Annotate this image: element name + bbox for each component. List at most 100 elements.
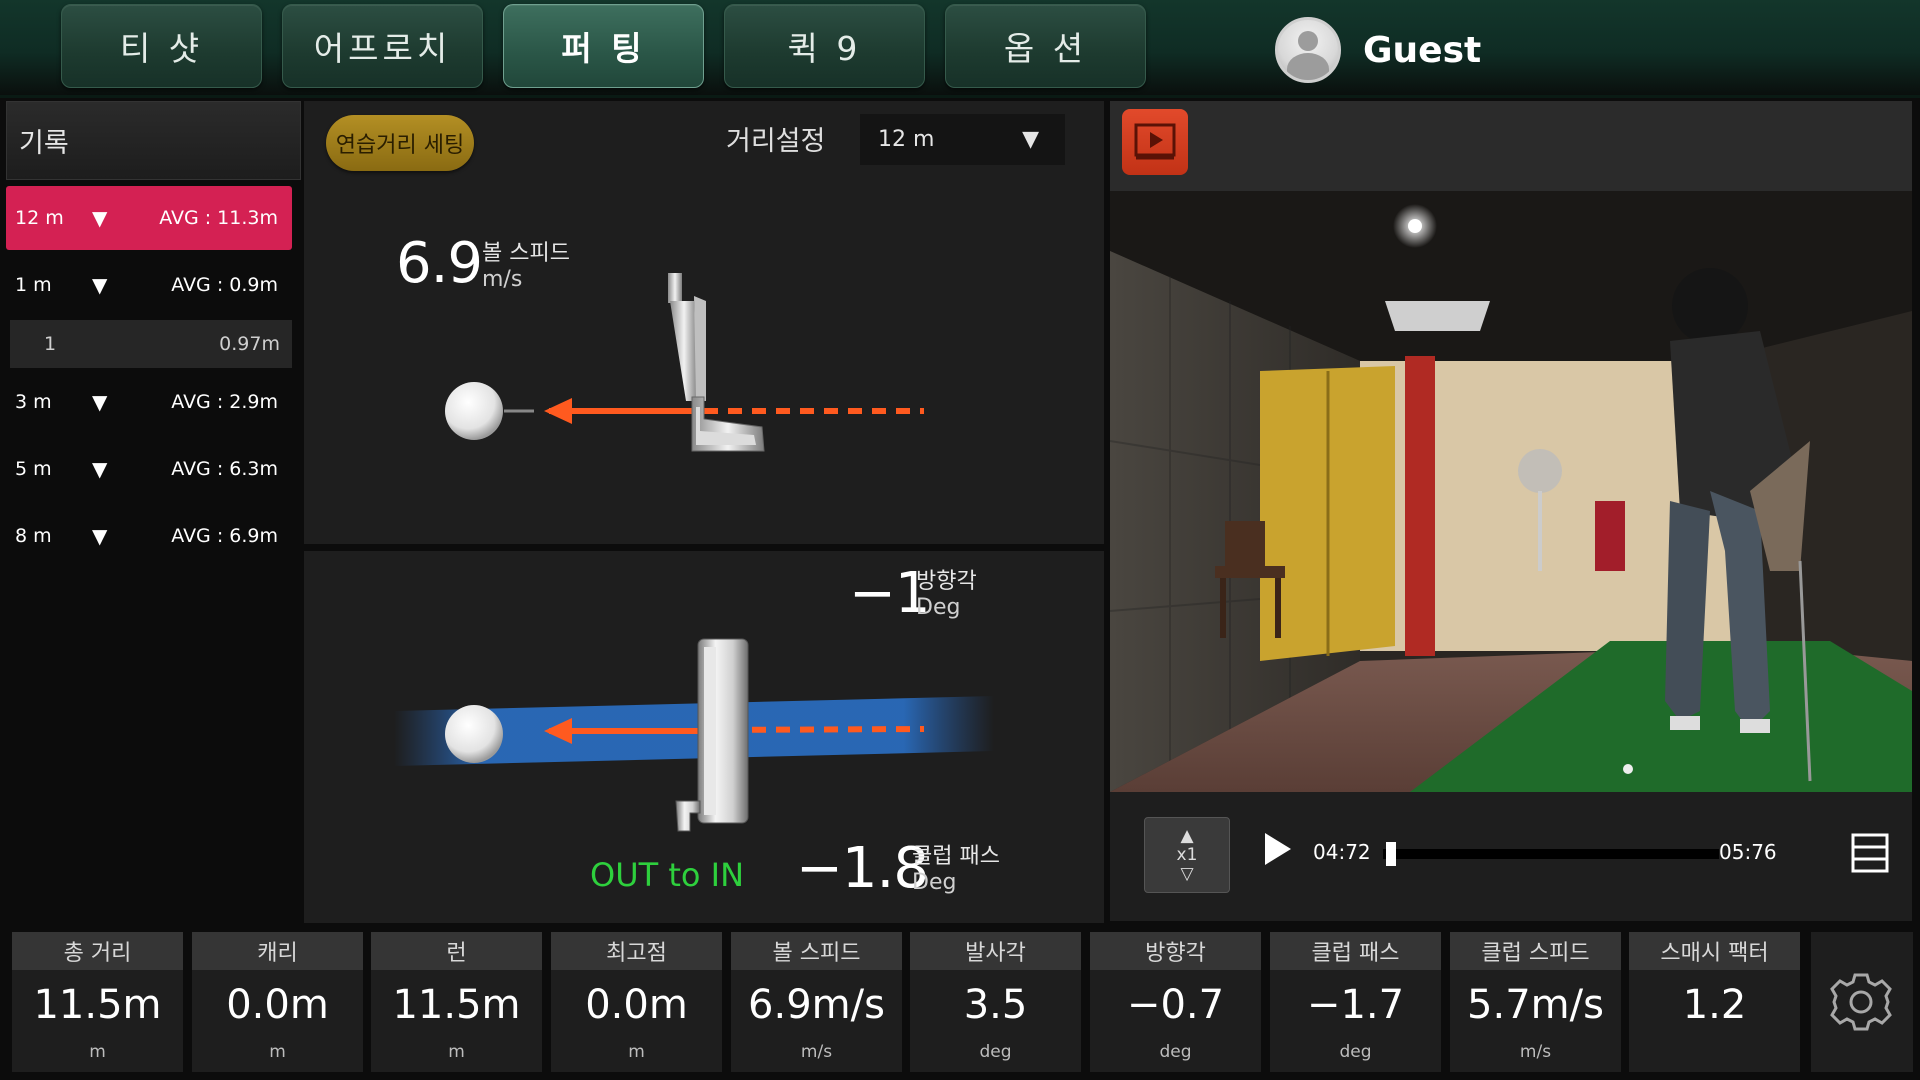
stat-unit: deg (1339, 1042, 1372, 1062)
stat-unit: deg (1159, 1042, 1192, 1062)
settings-button[interactable] (1811, 932, 1913, 1072)
record-row-5m[interactable]: 5 m ▼ AVG : 6.3m (6, 439, 292, 499)
stat-value: 1.2 (1682, 982, 1747, 1028)
gear-icon (1830, 973, 1892, 1031)
progress-handle[interactable] (1386, 842, 1396, 866)
stat-label: 런 (371, 932, 542, 970)
club-path-caption: 클럽 패스 Deg (912, 844, 1000, 896)
record-average: AVG : 2.9m (171, 391, 278, 413)
record-distance: 8 m (15, 525, 52, 547)
record-average: AVG : 11.3m (159, 207, 278, 229)
record-row-8m[interactable]: 8 m ▼ AVG : 6.9m (6, 506, 292, 566)
stat-value: 6.9m/s (748, 982, 885, 1028)
avatar-icon (1275, 17, 1341, 83)
record-average: AVG : 0.9m (171, 274, 278, 296)
tab-tee-shot[interactable]: 티 샷 (61, 4, 262, 88)
expand-triangle-icon[interactable]: ▼ (92, 457, 107, 481)
expand-triangle-icon[interactable]: ▼ (92, 206, 107, 230)
record-row-1m[interactable]: 1 m ▼ AVG : 0.9m (6, 255, 292, 315)
stat-unit: deg (979, 1042, 1012, 1062)
records-panel: 기록 12 m ▼ AVG : 11.3m 1 m ▼ AVG : 0.9m 1… (6, 101, 301, 921)
time-current: 04:72 (1313, 840, 1371, 864)
stat-label: 최고점 (551, 932, 722, 970)
stat-value: 0.0m (226, 982, 329, 1028)
stat-label: 총 거리 (12, 932, 183, 970)
swing-video[interactable] (1110, 191, 1912, 792)
stat-unit: m (628, 1042, 645, 1062)
video-replay-icon[interactable] (1122, 109, 1188, 175)
record-row-12m[interactable]: 12 m ▼ AVG : 11.3m (6, 186, 292, 250)
record-row-3m[interactable]: 3 m ▼ AVG : 2.9m (6, 372, 292, 432)
record-sub-index: 1 (44, 333, 57, 355)
record-subrow: 1 0.97m (10, 320, 292, 368)
username: Guest (1363, 29, 1482, 71)
menu-list-icon[interactable] (1851, 833, 1889, 873)
stat-unit: m (269, 1042, 286, 1062)
record-average: AVG : 6.9m (171, 525, 278, 547)
club-path-label: 클럽 패스 (912, 844, 1000, 869)
record-sub-value: 0.97m (219, 333, 280, 355)
stat-label: 클럽 패스 (1270, 932, 1441, 970)
stat-direction-angle: 방향각 −0.7 deg (1090, 932, 1261, 1072)
stat-unit: m (448, 1042, 465, 1062)
expand-triangle-icon[interactable]: ▼ (92, 390, 107, 414)
stat-value: 0.0m (585, 982, 688, 1028)
tab-quick-9[interactable]: 퀵 9 (724, 4, 925, 88)
stat-launch-angle: 발사각 3.5 deg (910, 932, 1081, 1072)
golf-ball-icon (445, 382, 503, 440)
stat-apex: 최고점 0.0m m (551, 932, 722, 1072)
user-profile[interactable]: Guest (1275, 17, 1481, 83)
club-path-unit: Deg (912, 870, 957, 895)
stat-label: 캐리 (192, 932, 363, 970)
stat-value: 3.5 (963, 982, 1028, 1028)
tab-approach[interactable]: 어프로치 (282, 4, 483, 88)
club-path-value: −1.8 (796, 836, 929, 901)
record-distance: 3 m (15, 391, 52, 413)
expand-triangle-icon[interactable]: ▼ (92, 524, 107, 548)
top-view-panel: −1 방향각 Deg OUT to IN −1.8 클럽 패스 Deg (304, 551, 1104, 923)
side-view-graphic (445, 273, 924, 452)
stat-label: 볼 스피드 (731, 932, 902, 970)
stat-label: 스매시 팩터 (1629, 932, 1800, 970)
video-controls: ▲ x1 ▽ 04:72 05:76 (1110, 792, 1912, 921)
speed-up-icon[interactable]: ▲ (1180, 826, 1193, 846)
expand-triangle-icon[interactable]: ▼ (92, 273, 107, 297)
stat-label: 클럽 스피드 (1450, 932, 1621, 970)
stat-value: 11.5m (392, 982, 521, 1028)
stat-club-path: 클럽 패스 −1.7 deg (1270, 932, 1441, 1072)
stat-unit: m/s (800, 1042, 833, 1062)
direction-angle-caption: 방향각 Deg (916, 569, 977, 621)
stat-label: 방향각 (1090, 932, 1261, 970)
video-panel: ▲ x1 ▽ 04:72 05:76 (1110, 101, 1912, 921)
golf-ball-icon (445, 705, 503, 763)
stat-club-speed: 클럽 스피드 5.7m/s m/s (1450, 932, 1621, 1072)
stat-value: 11.5m (33, 982, 162, 1028)
top-navigation-bar: 티 샷 어프로치 퍼 팅 퀵 9 옵 션 Guest (0, 0, 1920, 98)
stat-ball-speed: 볼 스피드 6.9m/s m/s (731, 932, 902, 1072)
stat-unit: m/s (1519, 1042, 1552, 1062)
play-icon[interactable] (1263, 831, 1293, 867)
stat-smash-factor: 스매시 팩터 1.2 (1629, 932, 1800, 1072)
stat-unit: m (89, 1042, 106, 1062)
club-path-direction: OUT to IN (590, 856, 744, 894)
stat-total-distance: 총 거리 11.5m m (12, 932, 183, 1072)
stat-carry: 캐리 0.0m m (192, 932, 363, 1072)
side-view-panel: 연습거리 세팅 거리설정 12 m ▼ 6.9 볼 스피드 m/s (304, 101, 1104, 544)
stat-label: 발사각 (910, 932, 1081, 970)
record-distance: 5 m (15, 458, 52, 480)
tab-putting[interactable]: 퍼 팅 (503, 4, 704, 88)
video-progress-bar[interactable] (1383, 842, 1719, 866)
playback-speed-control[interactable]: ▲ x1 ▽ (1144, 817, 1230, 893)
stats-bar: 총 거리 11.5m m 캐리 0.0m m 런 11.5m m 최고점 0.0… (0, 930, 1920, 1080)
record-average: AVG : 6.3m (171, 458, 278, 480)
stat-value: 5.7m/s (1467, 982, 1604, 1028)
direction-angle-unit: Deg (916, 595, 961, 620)
time-total: 05:76 (1719, 840, 1777, 864)
stat-value: −1.7 (1306, 982, 1405, 1028)
speed-down-icon[interactable]: ▽ (1180, 864, 1193, 884)
tab-options[interactable]: 옵 션 (945, 4, 1146, 88)
record-distance: 1 m (15, 274, 52, 296)
direction-angle-label: 방향각 (916, 569, 977, 594)
stat-value: −0.7 (1126, 982, 1225, 1028)
stat-run: 런 11.5m m (371, 932, 542, 1072)
